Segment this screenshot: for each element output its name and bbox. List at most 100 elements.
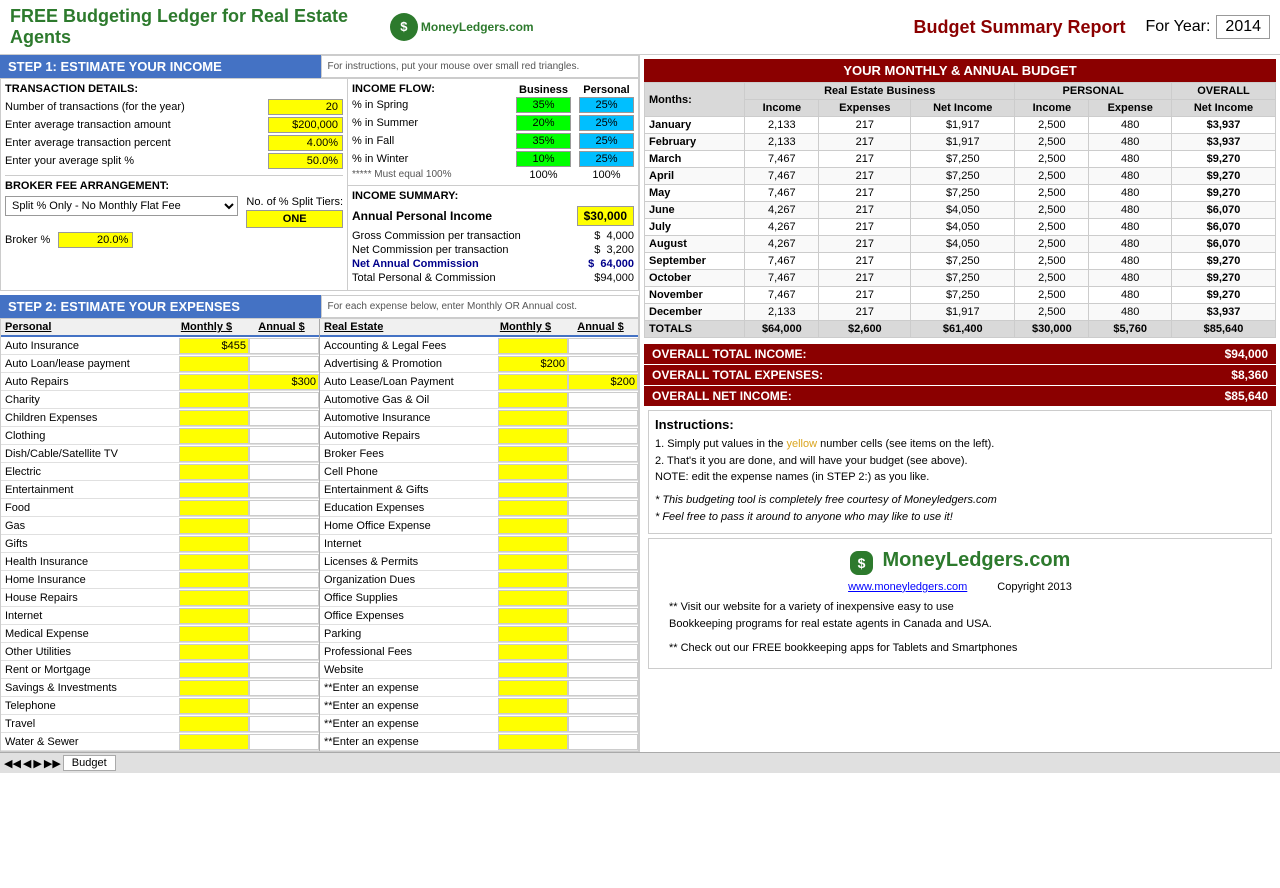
broker-fee-dropdown[interactable]: Split % Only - No Monthly Flat Fee xyxy=(5,196,238,216)
expense-monthly-input[interactable] xyxy=(179,356,249,372)
expense-monthly-input[interactable] xyxy=(179,374,249,390)
expense-monthly-input[interactable] xyxy=(179,644,249,660)
re-expense-monthly-input[interactable] xyxy=(498,734,568,750)
expense-monthly-input[interactable] xyxy=(179,554,249,570)
expense-monthly-input[interactable] xyxy=(179,608,249,624)
expense-monthly-input[interactable] xyxy=(179,464,249,480)
re-expense-monthly-input[interactable] xyxy=(498,590,568,606)
re-expense-annual-input[interactable] xyxy=(568,662,638,678)
re-expense-monthly-input[interactable] xyxy=(498,482,568,498)
expense-monthly-input[interactable] xyxy=(179,716,249,732)
broker-pct-value[interactable]: 20.0% xyxy=(58,232,133,248)
expense-monthly-input[interactable] xyxy=(179,482,249,498)
expense-monthly-input[interactable] xyxy=(179,662,249,678)
expense-annual-input[interactable] xyxy=(249,446,319,462)
re-expense-monthly-input[interactable] xyxy=(498,518,568,534)
spring-personal[interactable]: 25% xyxy=(579,97,634,113)
re-expense-annual-input[interactable] xyxy=(568,428,638,444)
re-expense-annual-input[interactable] xyxy=(568,590,638,606)
re-expense-monthly-input[interactable] xyxy=(498,392,568,408)
trans-value-1[interactable]: 20 xyxy=(268,99,343,115)
re-expense-annual-input[interactable] xyxy=(568,374,638,390)
expense-annual-input[interactable] xyxy=(249,680,319,696)
fall-business[interactable]: 35% xyxy=(516,133,571,149)
expense-annual-input[interactable] xyxy=(249,572,319,588)
re-expense-monthly-input[interactable] xyxy=(498,572,568,588)
re-expense-annual-input[interactable] xyxy=(568,572,638,588)
re-expense-annual-input[interactable] xyxy=(568,734,638,750)
expense-annual-input[interactable] xyxy=(249,716,319,732)
nav-last-icon[interactable]: ▶▶ xyxy=(44,757,61,770)
re-expense-monthly-input[interactable] xyxy=(498,338,568,354)
spring-business[interactable]: 35% xyxy=(516,97,571,113)
expense-annual-input[interactable] xyxy=(249,590,319,606)
re-expense-annual-input[interactable] xyxy=(568,446,638,462)
re-expense-monthly-input[interactable] xyxy=(498,446,568,462)
expense-annual-input[interactable] xyxy=(249,662,319,678)
re-expense-annual-input[interactable] xyxy=(568,554,638,570)
expense-annual-input[interactable] xyxy=(249,518,319,534)
expense-annual-input[interactable] xyxy=(249,734,319,750)
expense-monthly-input[interactable] xyxy=(179,572,249,588)
trans-value-4[interactable]: 50.0% xyxy=(268,153,343,169)
re-expense-monthly-input[interactable] xyxy=(498,536,568,552)
re-expense-annual-input[interactable] xyxy=(568,500,638,516)
expense-monthly-input[interactable] xyxy=(179,734,249,750)
summer-business[interactable]: 20% xyxy=(516,115,571,131)
re-expense-annual-input[interactable] xyxy=(568,680,638,696)
expense-monthly-input[interactable] xyxy=(179,698,249,714)
re-expense-annual-input[interactable] xyxy=(568,410,638,426)
re-expense-monthly-input[interactable] xyxy=(498,626,568,642)
expense-annual-input[interactable] xyxy=(249,374,319,390)
re-expense-monthly-input[interactable] xyxy=(498,464,568,480)
expense-monthly-input[interactable] xyxy=(179,500,249,516)
re-expense-annual-input[interactable] xyxy=(568,626,638,642)
re-expense-annual-input[interactable] xyxy=(568,392,638,408)
re-expense-annual-input[interactable] xyxy=(568,608,638,624)
re-expense-annual-input[interactable] xyxy=(568,518,638,534)
winter-personal[interactable]: 25% xyxy=(579,151,634,167)
re-expense-annual-input[interactable] xyxy=(568,698,638,714)
re-expense-annual-input[interactable] xyxy=(568,716,638,732)
nav-back-icon[interactable]: ◀ xyxy=(23,757,31,770)
expense-monthly-input[interactable] xyxy=(179,626,249,642)
nav-prev-icon[interactable]: ◀◀ xyxy=(4,757,21,770)
winter-business[interactable]: 10% xyxy=(516,151,571,167)
re-expense-annual-input[interactable] xyxy=(568,356,638,372)
re-expense-annual-input[interactable] xyxy=(568,464,638,480)
expense-annual-input[interactable] xyxy=(249,626,319,642)
re-expense-annual-input[interactable] xyxy=(568,536,638,552)
re-expense-monthly-input[interactable] xyxy=(498,644,568,660)
re-expense-monthly-input[interactable] xyxy=(498,410,568,426)
expense-annual-input[interactable] xyxy=(249,356,319,372)
re-expense-monthly-input[interactable] xyxy=(498,428,568,444)
expense-monthly-input[interactable] xyxy=(179,446,249,462)
expense-monthly-input[interactable] xyxy=(179,518,249,534)
re-expense-annual-input[interactable] xyxy=(568,482,638,498)
expense-annual-input[interactable] xyxy=(249,392,319,408)
logo-url[interactable]: www.moneyledgers.com xyxy=(848,581,967,593)
expense-monthly-input[interactable] xyxy=(179,338,249,354)
expense-annual-input[interactable] xyxy=(249,554,319,570)
re-expense-monthly-input[interactable] xyxy=(498,608,568,624)
re-expense-monthly-input[interactable] xyxy=(498,554,568,570)
expense-annual-input[interactable] xyxy=(249,644,319,660)
expense-monthly-input[interactable] xyxy=(179,590,249,606)
re-expense-monthly-input[interactable] xyxy=(498,716,568,732)
summer-personal[interactable]: 25% xyxy=(579,115,634,131)
sheet-tab-budget[interactable]: Budget xyxy=(63,755,116,771)
expense-monthly-input[interactable] xyxy=(179,392,249,408)
re-expense-monthly-input[interactable] xyxy=(498,356,568,372)
expense-annual-input[interactable] xyxy=(249,338,319,354)
year-value[interactable]: 2014 xyxy=(1216,15,1270,39)
re-expense-monthly-input[interactable] xyxy=(498,374,568,390)
re-expense-monthly-input[interactable] xyxy=(498,698,568,714)
trans-value-3[interactable]: 4.00% xyxy=(268,135,343,151)
re-expense-monthly-input[interactable] xyxy=(498,662,568,678)
expense-annual-input[interactable] xyxy=(249,500,319,516)
expense-annual-input[interactable] xyxy=(249,428,319,444)
expense-annual-input[interactable] xyxy=(249,410,319,426)
fall-personal[interactable]: 25% xyxy=(579,133,634,149)
re-expense-annual-input[interactable] xyxy=(568,338,638,354)
expense-monthly-input[interactable] xyxy=(179,410,249,426)
